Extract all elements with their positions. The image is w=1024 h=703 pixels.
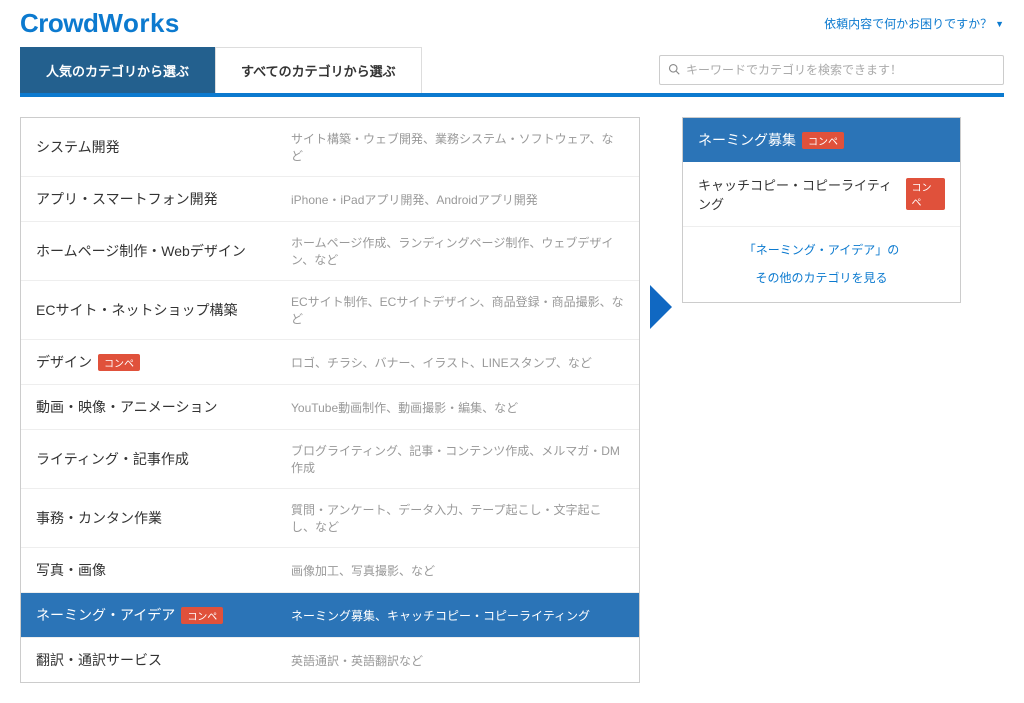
category-row[interactable]: 写真・画像 画像加工、写真撮影、など: [21, 548, 639, 593]
subcategory-header-label: ネーミング募集: [698, 130, 796, 150]
help-link[interactable]: 依頼内容で何かお困りですか？ ▼: [824, 15, 1004, 32]
category-title: 動画・映像・アニメーション: [36, 397, 291, 417]
category-title-text: 事務・カンタン作業: [36, 508, 162, 528]
category-title: 事務・カンタン作業: [36, 508, 291, 528]
category-desc: ブログライティング、記事・コンテンツ作成、メルマガ・DM作成: [291, 442, 624, 476]
category-row[interactable]: ネーミング・アイデアコンペネーミング募集、キャッチコピー・コピーライティング: [21, 593, 639, 638]
tab-all[interactable]: すべてのカテゴリから選ぶ: [215, 47, 422, 93]
category-desc: 画像加工、写真撮影、など: [291, 562, 624, 579]
arrow-column: [650, 117, 672, 497]
category-desc: iPhone・iPadアプリ開発、Androidアプリ開発: [291, 191, 624, 208]
category-title-text: ネーミング・アイデア: [36, 605, 175, 625]
more-categories-link[interactable]: 「ネーミング・アイデア」の その他のカテゴリを見る: [683, 227, 960, 302]
more-link-line1: 「ネーミング・アイデア」の: [744, 240, 899, 262]
compe-badge: コンペ: [906, 178, 945, 210]
category-title: ホームページ制作・Webデザイン: [36, 241, 291, 261]
help-link-label: 依頼内容で何かお困りですか？: [824, 15, 992, 32]
chevron-down-icon: ▼: [995, 19, 1004, 29]
search-input[interactable]: [686, 63, 995, 77]
category-title: ECサイト・ネットショップ構築: [36, 300, 291, 320]
category-desc: ロゴ、チラシ、バナー、イラスト、LINEスタンプ、など: [291, 354, 624, 371]
category-title-text: 翻訳・通訳サービス: [36, 650, 162, 670]
category-title-text: ECサイト・ネットショップ構築: [36, 300, 237, 320]
category-title: アプリ・スマートフォン開発: [36, 189, 291, 209]
category-title: システム開発: [36, 137, 291, 157]
content: システム開発 サイト構築・ウェブ開発、業務システム・ソフトウェア、などアプリ・スマ…: [0, 97, 1024, 703]
category-title: デザインコンペ: [36, 352, 291, 372]
search-icon: [668, 63, 680, 78]
search-wrap: [434, 55, 1004, 85]
category-title: ライティング・記事作成: [36, 449, 291, 469]
category-row[interactable]: デザインコンペロゴ、チラシ、バナー、イラスト、LINEスタンプ、など: [21, 340, 639, 385]
compe-badge: コンペ: [802, 132, 844, 149]
subcategory-header[interactable]: ネーミング募集 コンペ: [683, 118, 960, 162]
search-box[interactable]: [659, 55, 1004, 85]
category-title-text: ホームページ制作・Webデザイン: [36, 241, 246, 261]
compe-badge: コンペ: [98, 354, 140, 371]
tabs: 人気のカテゴリから選ぶ すべてのカテゴリから選ぶ: [20, 47, 422, 93]
category-list: システム開発 サイト構築・ウェブ開発、業務システム・ソフトウェア、などアプリ・スマ…: [20, 117, 640, 683]
category-desc: サイト構築・ウェブ開発、業務システム・ソフトウェア、など: [291, 130, 624, 164]
logo-text-crowd: Crowd: [20, 8, 98, 38]
category-row[interactable]: 翻訳・通訳サービス 英語通訳・英語翻訳など: [21, 638, 639, 682]
category-title: 写真・画像: [36, 560, 291, 580]
nav-bar: 人気のカテゴリから選ぶ すべてのカテゴリから選ぶ: [0, 47, 1024, 93]
subcategory-panel: ネーミング募集 コンペ キャッチコピー・コピーライティングコンペ 「ネーミング・…: [682, 117, 961, 303]
category-desc: YouTube動画制作、動画撮影・編集、など: [291, 399, 624, 416]
category-title-text: 動画・映像・アニメーション: [36, 397, 217, 417]
subcategory-label: キャッチコピー・コピーライティング: [698, 175, 900, 213]
header: CrowdWorks 依頼内容で何かお困りですか？ ▼: [0, 0, 1024, 47]
category-row[interactable]: システム開発 サイト構築・ウェブ開発、業務システム・ソフトウェア、など: [21, 118, 639, 177]
tab-popular[interactable]: 人気のカテゴリから選ぶ: [20, 47, 215, 93]
category-desc: 英語通訳・英語翻訳など: [291, 652, 624, 669]
category-title: ネーミング・アイデアコンペ: [36, 605, 291, 625]
category-desc: ECサイト制作、ECサイトデザイン、商品登録・商品撮影、など: [291, 293, 624, 327]
category-desc: 質問・アンケート、データ入力、テープ起こし・文字起こし、など: [291, 501, 624, 535]
category-desc: ネーミング募集、キャッチコピー・コピーライティング: [291, 607, 624, 624]
category-title-text: 写真・画像: [36, 560, 106, 580]
category-title-text: デザイン: [36, 352, 92, 372]
category-title-text: ライティング・記事作成: [36, 449, 189, 469]
category-row[interactable]: ECサイト・ネットショップ構築 ECサイト制作、ECサイトデザイン、商品登録・商品…: [21, 281, 639, 340]
category-title: 翻訳・通訳サービス: [36, 650, 291, 670]
logo-text-works: Works: [98, 8, 180, 38]
category-row[interactable]: アプリ・スマートフォン開発 iPhone・iPadアプリ開発、Androidアプリ…: [21, 177, 639, 222]
more-link-line2: その他のカテゴリを見る: [755, 268, 887, 290]
subcategory-row[interactable]: キャッチコピー・コピーライティングコンペ: [683, 162, 960, 227]
category-row[interactable]: 事務・カンタン作業 質問・アンケート、データ入力、テープ起こし・文字起こし、など: [21, 489, 639, 548]
category-row[interactable]: ライティング・記事作成 ブログライティング、記事・コンテンツ作成、メルマガ・DM作…: [21, 430, 639, 489]
category-desc: ホームページ作成、ランディングページ制作、ウェブデザイン、など: [291, 234, 624, 268]
logo[interactable]: CrowdWorks: [20, 8, 180, 39]
category-row[interactable]: ホームページ制作・Webデザイン ホームページ作成、ランディングページ制作、ウェブ…: [21, 222, 639, 281]
right-arrow-icon: [650, 285, 672, 329]
compe-badge: コンペ: [181, 607, 223, 624]
category-row[interactable]: 動画・映像・アニメーション YouTube動画制作、動画撮影・編集、など: [21, 385, 639, 430]
category-title-text: アプリ・スマートフォン開発: [36, 189, 218, 209]
category-title-text: システム開発: [36, 137, 120, 157]
